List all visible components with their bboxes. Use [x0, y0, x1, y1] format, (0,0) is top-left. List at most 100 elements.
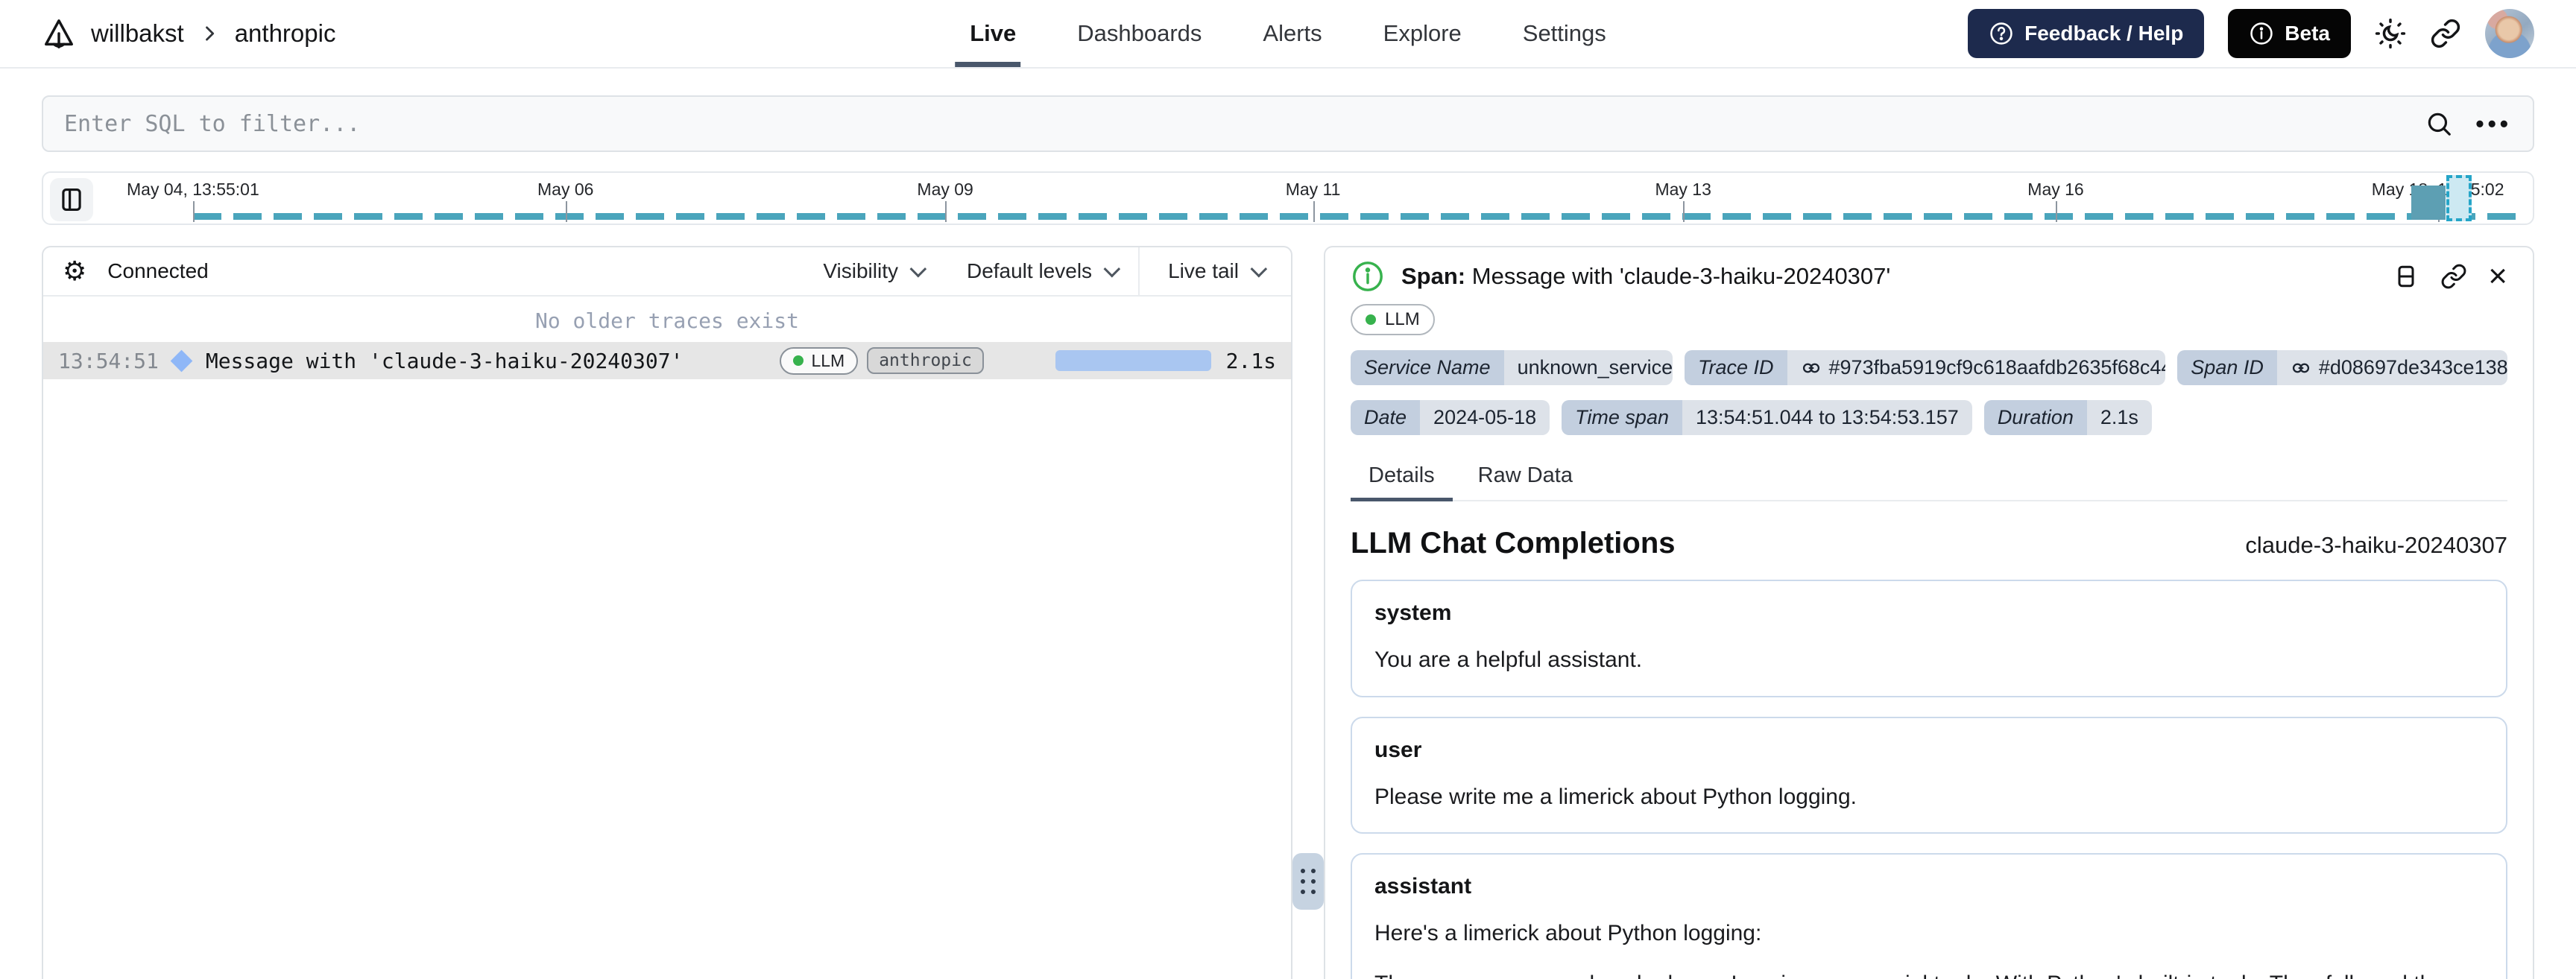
- resize-drag-handle[interactable]: [1292, 853, 1324, 910]
- tab-alerts[interactable]: Alerts: [1261, 0, 1323, 67]
- connection-status: Connected: [107, 259, 209, 282]
- meta-value: 2024-05-18: [1420, 400, 1550, 435]
- meta-label: Service Name: [1351, 350, 1504, 385]
- close-icon[interactable]: ×: [2488, 260, 2507, 293]
- timeline-tick-label: May 09: [917, 180, 973, 199]
- sql-filter-input[interactable]: [64, 110, 2411, 137]
- time-span-value: 13:54:51.044 to 13:54:53.157: [1695, 406, 1959, 428]
- message-role: assistant: [1374, 874, 1472, 899]
- meta-value: unknown_service: [1503, 350, 1673, 385]
- meta-value: 2.1s: [2086, 400, 2152, 435]
- message-card-user: user Please write me a limerick about Py…: [1351, 716, 2507, 834]
- tab-details[interactable]: Details: [1351, 456, 1453, 501]
- timeline-axis: May 04, 13:55:01 May 06 May 09 May 11 Ma…: [127, 173, 2524, 224]
- tab-raw-data[interactable]: Raw Data: [1460, 456, 1591, 500]
- user-avatar[interactable]: [2485, 9, 2534, 58]
- date-value: 2024-05-18: [1433, 406, 1537, 428]
- duration-badge: Duration 2.1s: [1983, 400, 2152, 435]
- breadcrumb-chevron-icon: [205, 26, 214, 41]
- span-meta-row-2: Date 2024-05-18 Time span 13:54:51.044 t…: [1351, 400, 2507, 435]
- meta-label: Date: [1351, 400, 1421, 435]
- duration-value: 2.1s: [2100, 406, 2138, 428]
- message-card-assistant: assistant Here's a limerick about Python…: [1351, 853, 2507, 979]
- default-levels-dropdown[interactable]: Default levels: [944, 247, 1138, 295]
- timeline-histogram-bar: [2411, 186, 2446, 220]
- no-older-traces-message: No older traces exist: [534, 308, 799, 333]
- trace-id-value: #973fba5919cf9c618aafdb2635f68c44: [1828, 356, 2166, 378]
- visibility-label: Visibility: [823, 259, 898, 282]
- span-id-value: #d08697de343ce138: [2318, 356, 2507, 378]
- theme-toggle-button[interactable]: [2375, 18, 2406, 49]
- message-content: You are a helpful assistant.: [1374, 647, 1643, 672]
- meta-value[interactable]: #d08697de343ce138: [2276, 350, 2507, 385]
- trace-duration-bar: [1055, 350, 1211, 371]
- panel-divider: [1292, 246, 1324, 979]
- timeline-selection-region[interactable]: [2446, 175, 2472, 221]
- search-icon[interactable]: [2425, 110, 2453, 138]
- message-role: system: [1374, 601, 1452, 625]
- visibility-dropdown[interactable]: Visibility: [801, 247, 944, 295]
- sun-moon-icon: [2375, 18, 2406, 49]
- link-icon: [2431, 19, 2460, 48]
- copy-link-icon[interactable]: [2440, 263, 2467, 290]
- message-card-system: system You are a helpful assistant.: [1351, 580, 2507, 697]
- live-tail-dropdown[interactable]: Live tail: [1138, 247, 1291, 295]
- timeline-chart[interactable]: May 04, 13:55:01 May 06 May 09 May 11 Ma…: [42, 171, 2534, 225]
- trace-type-label: LLM: [811, 350, 845, 370]
- span-detail-tabs: Details Raw Data: [1351, 456, 2507, 501]
- meta-label: Time span: [1562, 400, 1682, 435]
- service-name-value: unknown_service: [1517, 356, 1673, 378]
- span-header: Span: Message with 'claude-3-haiku-20240…: [1351, 250, 2507, 302]
- span-header-actions: ×: [2393, 260, 2507, 293]
- completions-section-header: LLM Chat Completions claude-3-haiku-2024…: [1351, 527, 2507, 560]
- trace-row[interactable]: 13:54:51 Message with 'claude-3-haiku-20…: [43, 342, 1291, 379]
- service-name-badge: Service Name unknown_service: [1351, 350, 1673, 385]
- trace-list-panel: ⚙ Connected Visibility Default levels Li…: [42, 246, 1292, 979]
- trace-list-header: ⚙ Connected Visibility Default levels Li…: [43, 247, 1291, 297]
- trace-type-badge: LLM: [780, 346, 859, 375]
- gear-icon[interactable]: ⚙: [63, 258, 86, 285]
- split-view-icon[interactable]: [2393, 263, 2419, 290]
- breadcrumb-org[interactable]: willbakst: [91, 19, 184, 48]
- section-title: LLM Chat Completions: [1351, 527, 1676, 560]
- tab-live[interactable]: Live: [955, 0, 1021, 67]
- main-tabs: Live Dashboards Alerts Explore Settings: [955, 0, 1608, 67]
- logo-icon[interactable]: [42, 16, 76, 51]
- panel-left-icon: [62, 188, 81, 212]
- question-circle-icon: [1990, 22, 2012, 45]
- share-link-button[interactable]: [2430, 18, 2461, 49]
- tab-dashboards[interactable]: Dashboards: [1076, 0, 1203, 67]
- grip-dots-icon: [1301, 869, 1316, 894]
- span-name: Message with 'claude-3-haiku-20240307': [1471, 263, 1891, 289]
- meta-value[interactable]: #973fba5919cf9c618aafdb2635f68c44: [1787, 350, 2166, 385]
- timeline-tick-label: May 13: [1655, 180, 1711, 199]
- timeline-tick-label: May 11: [1285, 180, 1341, 199]
- filter-row: •••: [42, 95, 2534, 152]
- timeline-tick-label: May 04, 13:55:01: [127, 180, 259, 199]
- green-dot-icon: [1366, 314, 1376, 325]
- beta-button[interactable]: Beta: [2228, 9, 2351, 58]
- trace-duration: 2.1s: [1225, 348, 1276, 373]
- filter-more-menu[interactable]: •••: [2475, 112, 2512, 136]
- tab-settings[interactable]: Settings: [1521, 0, 1608, 67]
- trace-timestamp: 13:54:51: [58, 348, 159, 373]
- timeline-dashed-series: [192, 213, 2524, 220]
- message-content: There once was a coder who knew, Logging…: [1374, 968, 2484, 979]
- breadcrumb-project[interactable]: anthropic: [235, 19, 336, 48]
- timeline-tick-label: May 06: [537, 180, 594, 199]
- meta-label: Duration: [1983, 400, 2087, 435]
- feedback-help-button[interactable]: Feedback / Help: [1968, 9, 2205, 58]
- top-nav: willbakst anthropic Live Dashboards Aler…: [0, 0, 2576, 69]
- app-window: willbakst anthropic Live Dashboards Aler…: [0, 0, 2576, 979]
- date-badge: Date 2024-05-18: [1351, 400, 1550, 435]
- default-levels-label: Default levels: [966, 259, 1093, 282]
- span-type-label: LLM: [1385, 309, 1420, 329]
- tab-explore[interactable]: Explore: [1382, 0, 1463, 67]
- sidebar-toggle-button[interactable]: [50, 178, 93, 221]
- span-meta-row-1: Service Name unknown_service Trace ID #9…: [1351, 350, 2507, 385]
- span-title: Span: Message with 'claude-3-haiku-20240…: [1401, 263, 1890, 290]
- green-dot-icon: [793, 355, 804, 366]
- trace-id-badge: Trace ID #973fba5919cf9c618aafdb2635f68c…: [1685, 350, 2166, 385]
- feedback-help-label: Feedback / Help: [2024, 22, 2184, 45]
- span-type-badge: LLM: [1351, 304, 1435, 335]
